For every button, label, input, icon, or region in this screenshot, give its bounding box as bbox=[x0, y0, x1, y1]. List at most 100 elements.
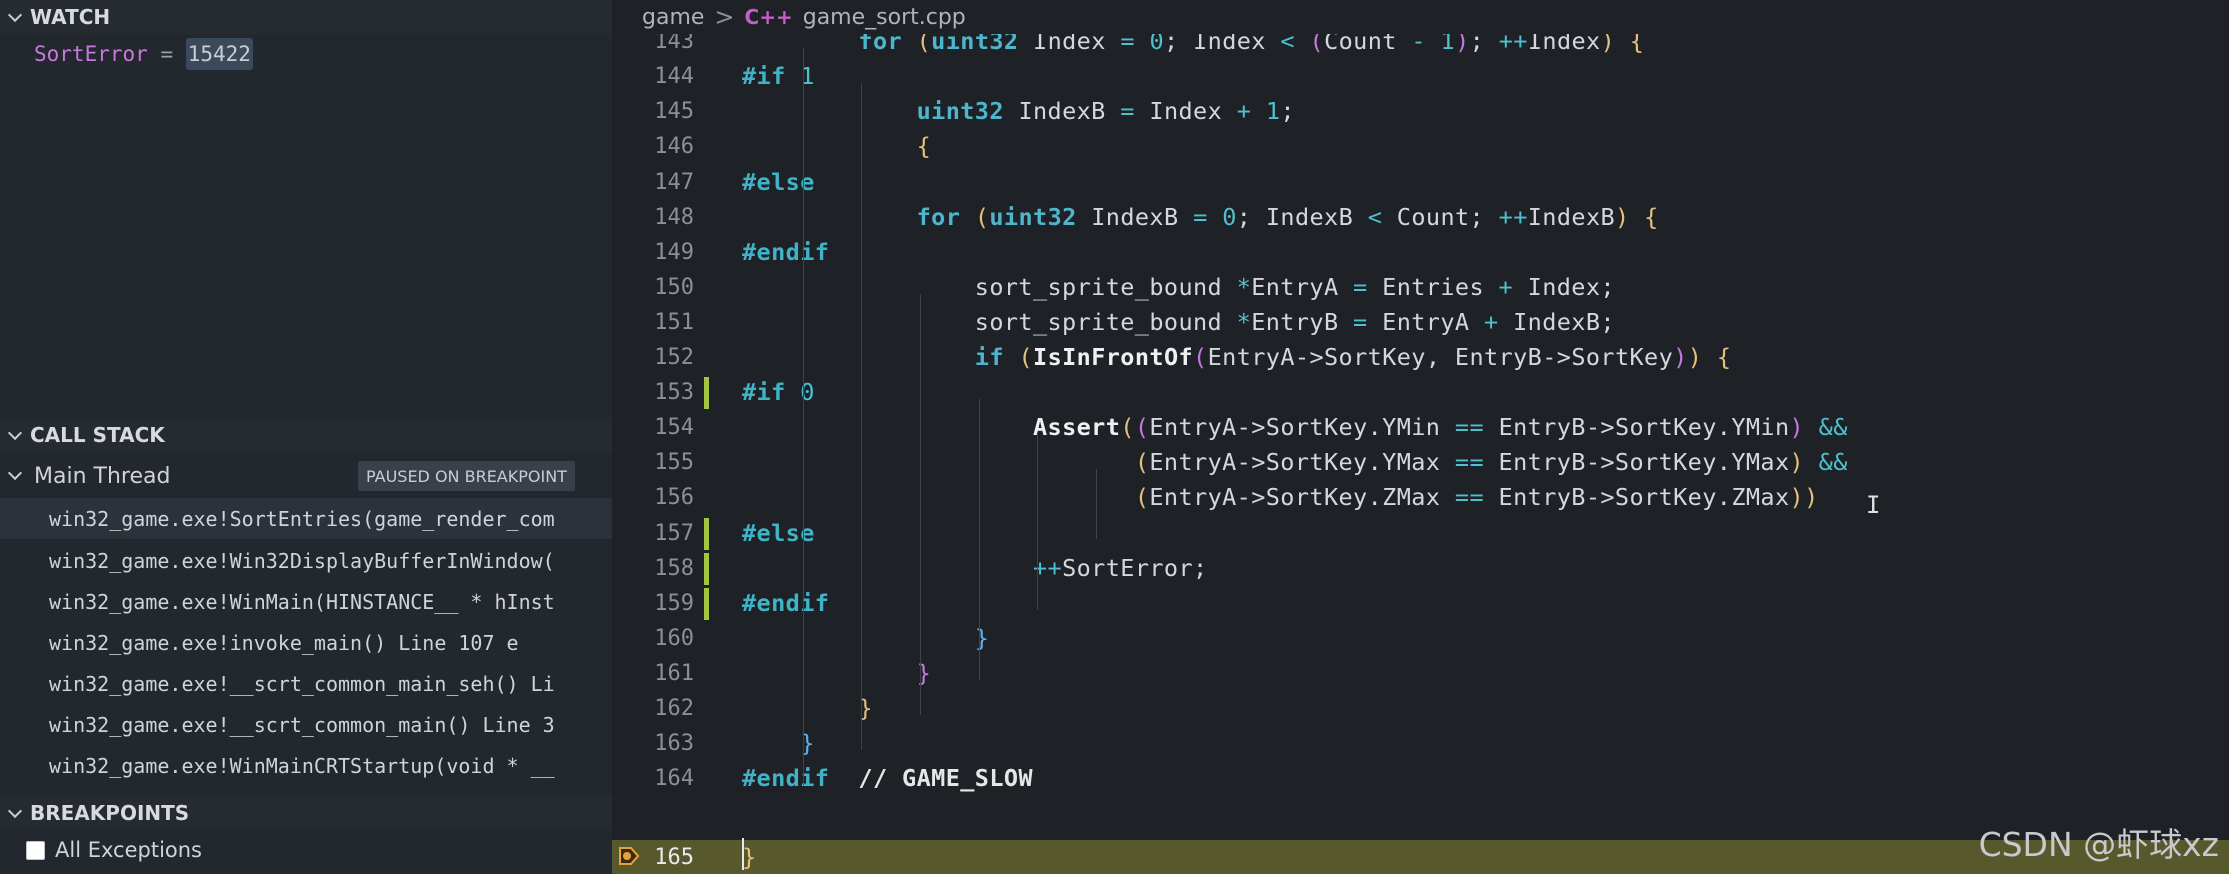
code-line[interactable]: 160 } bbox=[612, 621, 2229, 656]
debug-sidebar: WATCH SortError = 15422 CALL STACK Main … bbox=[0, 0, 612, 874]
call-stack-frame[interactable]: win32_game.exe!WinMainCRTStartup(void * … bbox=[0, 745, 612, 786]
code-line[interactable]: 148 for (uint32 IndexB = 0; IndexB < Cou… bbox=[612, 200, 2229, 235]
code-line[interactable]: 146 { bbox=[612, 129, 2229, 164]
chevron-down-icon bbox=[7, 7, 23, 22]
line-number[interactable]: 146 bbox=[612, 129, 694, 164]
line-number[interactable]: 154 bbox=[612, 410, 694, 445]
code-text: #if 1 bbox=[742, 62, 815, 91]
code-text: if (IsInFrontOf(EntryA->SortKey, EntryB-… bbox=[974, 343, 1732, 371]
line-number[interactable]: 155 bbox=[612, 445, 694, 480]
code-text: (EntryA->SortKey.ZMax == EntryB->SortKey… bbox=[1134, 483, 1819, 512]
code-text: Assert((EntryA->SortKey.YMin == EntryB->… bbox=[1032, 413, 1848, 442]
call-stack-frame[interactable]: win32_game.exe!WinMain(HINSTANCE__ * hIn… bbox=[0, 581, 612, 622]
code-text: { bbox=[916, 132, 932, 161]
modified-line-marker bbox=[704, 552, 709, 585]
watch-expression-name: SortError bbox=[34, 42, 148, 66]
breakpoint-item-all-exceptions[interactable]: All Exceptions bbox=[26, 838, 202, 862]
thread-row-main[interactable]: Main Thread PAUSED ON BREAKPOINT bbox=[0, 458, 612, 494]
cpp-file-icon: C++ bbox=[744, 5, 793, 29]
watch-expression[interactable]: SortError = 15422 bbox=[34, 38, 253, 70]
code-text: } bbox=[974, 623, 990, 652]
code-line[interactable]: 155 (EntryA->SortKey.YMax == EntryB->Sor… bbox=[612, 445, 2229, 480]
code-line[interactable]: 147 #else bbox=[612, 165, 2229, 200]
all-exceptions-checkbox[interactable] bbox=[26, 840, 45, 860]
call-stack-frame[interactable]: win32_game.exe!SortEntries(game_render_c… bbox=[0, 498, 612, 539]
code-line[interactable]: 161 } bbox=[612, 656, 2229, 691]
code-line[interactable]: 152 if (IsInFrontOf(EntryA->SortKey, Ent… bbox=[612, 340, 2229, 375]
line-number[interactable]: 153 bbox=[612, 375, 694, 410]
line-number[interactable]: 149 bbox=[612, 235, 694, 270]
code-text: #else bbox=[742, 518, 815, 547]
code-line[interactable]: 164 #endif // GAME_SLOW bbox=[612, 761, 2229, 796]
chevron-down-icon bbox=[7, 465, 23, 481]
call-stack-frame[interactable]: win32_game.exe!__scrt_common_main_seh() … bbox=[0, 663, 612, 704]
code-text: for (uint32 IndexB = 0; IndexB < Count; … bbox=[916, 202, 1659, 231]
code-editor[interactable]: game > C++ game_sort.cpp 142#if GAME_SLO… bbox=[612, 0, 2229, 874]
indent-guide bbox=[1095, 469, 1097, 540]
breadcrumb: game > C++ game_sort.cpp bbox=[612, 0, 2229, 34]
line-number[interactable]: 144 bbox=[612, 59, 694, 94]
code-line[interactable]: 158 ++SortError; bbox=[612, 551, 2229, 586]
code-text: sort_sprite_bound *EntryB = EntryA + Ind… bbox=[742, 307, 1615, 336]
code-line[interactable]: 159 #endif bbox=[612, 586, 2229, 621]
line-number[interactable]: 164 bbox=[612, 761, 694, 796]
code-line[interactable]: 156 (EntryA->SortKey.ZMax == EntryB->Sor… bbox=[612, 480, 2229, 515]
line-number[interactable]: 147 bbox=[612, 165, 694, 200]
breadcrumb-file[interactable]: game_sort.cpp bbox=[803, 5, 966, 30]
line-number[interactable]: 156 bbox=[612, 480, 694, 515]
code-line[interactable]: 153 #if 0 bbox=[612, 375, 2229, 410]
call-stack-frame[interactable]: win32_game.exe!Win32DisplayBufferInWindo… bbox=[0, 540, 612, 581]
code-line[interactable]: 154 Assert((EntryA->SortKey.YMin == Entr… bbox=[612, 410, 2229, 445]
code-text: #else bbox=[742, 167, 815, 196]
line-number[interactable]: 162 bbox=[612, 691, 694, 726]
line-number[interactable]: 145 bbox=[612, 94, 694, 129]
line-number[interactable]: 150 bbox=[612, 270, 694, 305]
call-stack-section-header[interactable]: CALL STACK bbox=[0, 418, 612, 452]
code-text: #if 0 bbox=[742, 378, 815, 407]
call-stack-frame[interactable]: win32_game.exe!invoke_main() Line 107 e bbox=[0, 622, 612, 663]
line-number[interactable]: 160 bbox=[612, 621, 694, 656]
code-text: sort_sprite_bound *EntryA = Entries + In… bbox=[742, 272, 1615, 301]
line-number[interactable]: 158 bbox=[612, 551, 694, 586]
text-caret bbox=[742, 838, 744, 870]
line-number[interactable]: 157 bbox=[612, 516, 694, 551]
code-line[interactable]: 149 #endif bbox=[612, 235, 2229, 270]
status-badge: PAUSED ON BREAKPOINT bbox=[358, 461, 575, 491]
line-number[interactable]: 148 bbox=[612, 200, 694, 235]
indent-guide bbox=[861, 83, 863, 751]
chevron-right-icon: > bbox=[714, 3, 735, 31]
watch-expression-value: 15422 bbox=[185, 38, 253, 70]
code-text: (EntryA->SortKey.YMax == EntryB->SortKey… bbox=[1134, 448, 1848, 477]
indent-guide bbox=[978, 399, 980, 680]
line-number[interactable]: 159 bbox=[612, 586, 694, 621]
line-number[interactable]: 152 bbox=[612, 340, 694, 375]
code-line[interactable]: 151 sort_sprite_bound *EntryB = EntryA +… bbox=[612, 305, 2229, 340]
line-number[interactable]: 161 bbox=[612, 656, 694, 691]
breakpoints-title: BREAKPOINTS bbox=[30, 801, 190, 825]
code-text: } bbox=[858, 694, 873, 722]
breakpoint-arrow-icon[interactable] bbox=[618, 846, 640, 866]
code-line[interactable]: 145 uint32 IndexB = Index + 1; bbox=[612, 94, 2229, 129]
mouse-ibeam-cursor-icon: I bbox=[1866, 491, 1881, 519]
thread-name: Main Thread bbox=[34, 463, 171, 489]
call-stack-frame[interactable]: win32_game.exe!__scrt_common_main() Line… bbox=[0, 704, 612, 745]
code-text: #endif bbox=[742, 588, 830, 617]
line-number[interactable]: 151 bbox=[612, 305, 694, 340]
indent-guide bbox=[1037, 434, 1039, 610]
call-stack-title: CALL STACK bbox=[30, 423, 165, 447]
code-line[interactable]: 157 #else bbox=[612, 516, 2229, 551]
chevron-down-icon bbox=[7, 803, 23, 818]
indent-guide bbox=[802, 48, 804, 786]
code-line[interactable]: 162 } bbox=[612, 691, 2229, 726]
modified-line-marker bbox=[704, 517, 709, 550]
breakpoint-item-label: All Exceptions bbox=[55, 838, 202, 862]
code-line[interactable]: 144 #if 1 bbox=[612, 59, 2229, 94]
code-text: ++SortError; bbox=[1032, 553, 1208, 582]
breadcrumb-folder[interactable]: game bbox=[642, 5, 704, 30]
breakpoints-section-header[interactable]: BREAKPOINTS bbox=[0, 796, 612, 830]
line-number[interactable]: 163 bbox=[612, 726, 694, 761]
code-line[interactable]: 150 sort_sprite_bound *EntryA = Entries … bbox=[612, 270, 2229, 305]
watch-section-header[interactable]: WATCH bbox=[0, 0, 612, 34]
code-line[interactable]: 163 } bbox=[612, 726, 2229, 761]
code-text: } bbox=[916, 658, 932, 687]
